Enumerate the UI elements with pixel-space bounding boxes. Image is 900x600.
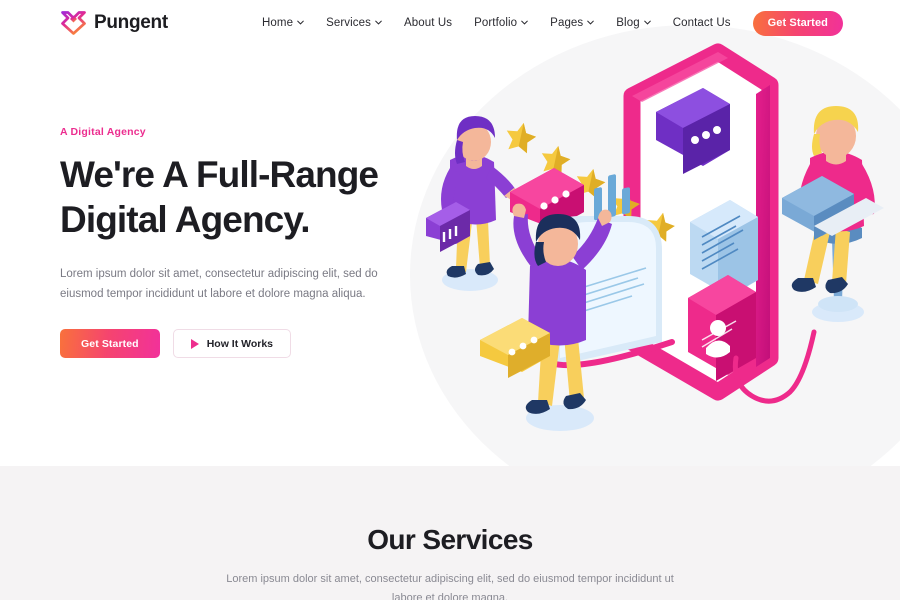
nav-item-pages[interactable]: Pages (539, 17, 605, 29)
header-get-started-button[interactable]: Get Started (752, 10, 843, 36)
nav-item-portfolio[interactable]: Portfolio (463, 17, 539, 29)
hero-title-line-2: Digital Agency. (60, 199, 311, 240)
hero-title-line-1: We're A Full-Range (60, 154, 379, 195)
chevron-down-icon (587, 19, 595, 26)
butterfly-heart-logo-icon (60, 10, 87, 36)
chevron-down-icon (375, 19, 382, 26)
how-it-works-button[interactable]: How It Works (172, 329, 292, 358)
nav-item-label: Home (261, 17, 294, 29)
isometric-team-illustration (418, 40, 900, 460)
main-navigation: Home Services About Us Portfolio Pages B… (251, 10, 843, 36)
nav-item-label: Contact Us (672, 17, 731, 29)
hero-eyebrow: A Digital Agency (60, 126, 146, 138)
nav-item-home[interactable]: Home (251, 17, 315, 29)
hero-get-started-button[interactable]: Get Started (60, 329, 160, 358)
chevron-down-icon (643, 19, 651, 26)
nav-item-contact-us[interactable]: Contact Us (662, 17, 742, 29)
nav-item-about-us[interactable]: About Us (393, 17, 463, 29)
landing-page: Pungent Home Services About Us Portfolio… (0, 0, 900, 600)
services-section: Our Services Lorem ipsum dolor sit amet,… (0, 466, 900, 600)
how-it-works-label: How It Works (206, 337, 274, 350)
site-header: Pungent Home Services About Us Portfolio… (0, 0, 900, 46)
man-pink-shirt-on-stool-with-laptop (782, 106, 884, 322)
nav-item-label: Portfolio (474, 17, 518, 29)
nav-item-label: Blog (616, 17, 640, 29)
chevron-down-icon (521, 19, 528, 26)
chevron-down-icon (297, 19, 304, 26)
hero-description: Lorem ipsum dolor sit amet, consectetur … (60, 268, 378, 300)
nav-item-label: Services (326, 17, 371, 29)
hero-button-group: Get Started How It Works (60, 329, 440, 358)
brand-logo[interactable]: Pungent (60, 10, 168, 36)
nav-item-services[interactable]: Services (315, 17, 393, 29)
services-title: Our Services (367, 524, 533, 555)
hero-copy: A Digital Agency We're A Full-Range Digi… (60, 126, 440, 358)
brand-name: Pungent (94, 12, 168, 33)
nav-item-label: Pages (550, 17, 584, 29)
hero-section: Pungent Home Services About Us Portfolio… (0, 0, 900, 466)
services-description: Lorem ipsum dolor sit amet, consectetur … (226, 573, 674, 600)
nav-item-blog[interactable]: Blog (605, 17, 661, 29)
hero-title: We're A Full-Range Digital Agency. (60, 152, 440, 242)
play-icon (190, 338, 199, 349)
nav-item-label: About Us (403, 17, 453, 29)
